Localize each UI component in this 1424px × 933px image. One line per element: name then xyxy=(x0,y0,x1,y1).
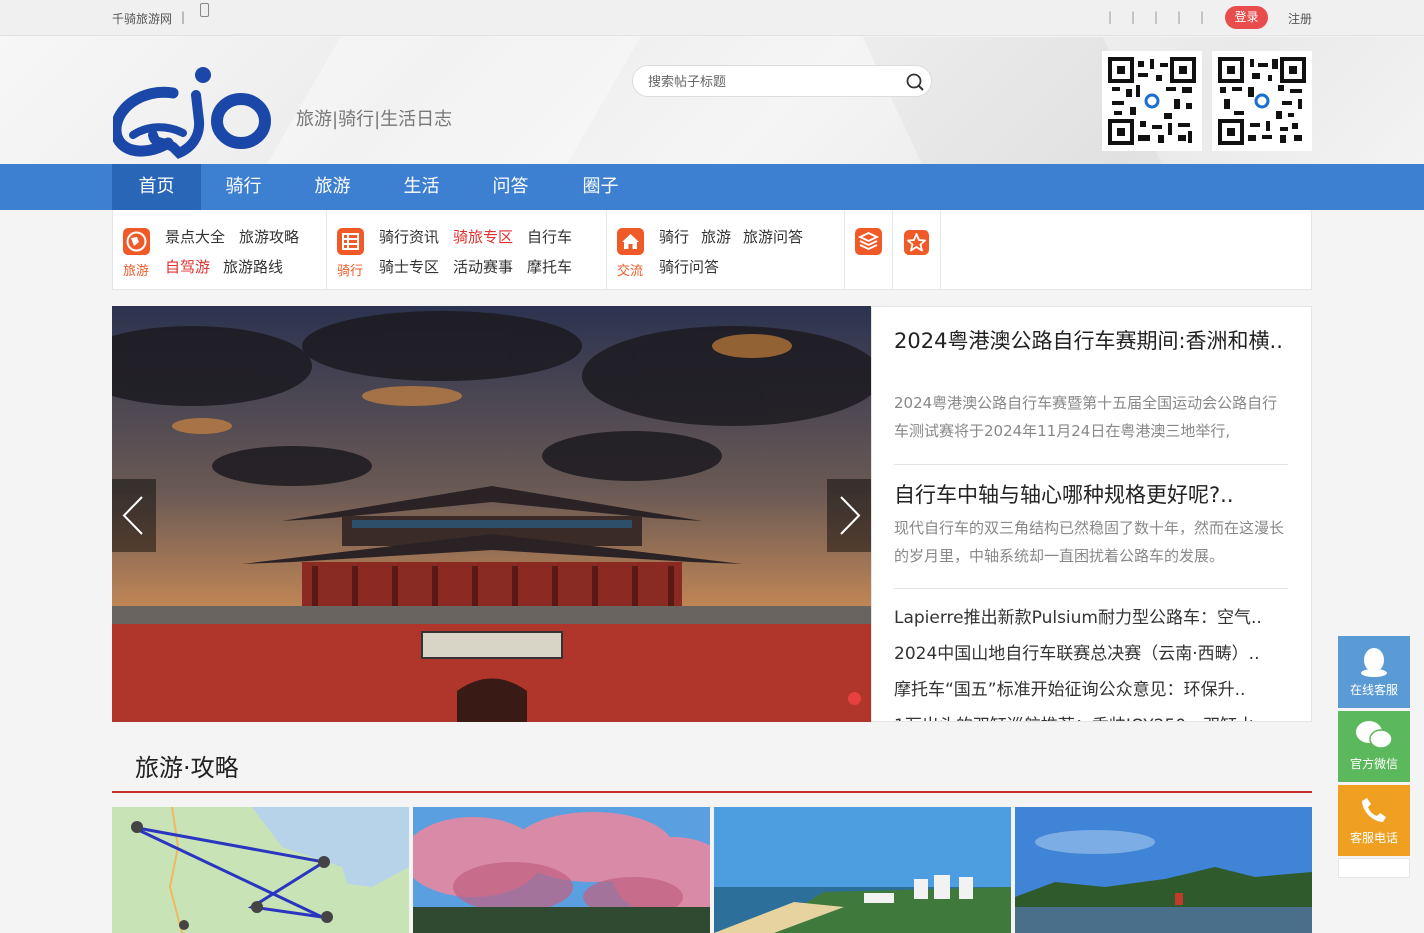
slider-next-button[interactable] xyxy=(827,479,871,552)
sublink-travel-guide[interactable]: 旅游攻略 xyxy=(239,226,299,247)
headline-title[interactable]: 自行车中轴与轴心哪种规格更好呢?.. xyxy=(894,480,1289,510)
main-nav: 首页 骑行 旅游 生活 问答 圈子 xyxy=(0,164,1424,210)
qq-penguin-icon xyxy=(1361,648,1387,677)
sublink-travel-routes[interactable]: 旅游路线 xyxy=(223,256,283,277)
section-divider xyxy=(112,791,1312,793)
sublink-travel-forum[interactable]: 旅游 xyxy=(701,226,731,247)
slider-prev-button[interactable] xyxy=(112,479,156,552)
article-thumbnail-map[interactable] xyxy=(112,807,409,933)
sublink-scenic-spots[interactable]: 景点大全 xyxy=(165,226,225,247)
phone-button[interactable]: 客服电话 xyxy=(1338,785,1410,856)
slide-image-forbidden-city[interactable] xyxy=(112,306,871,722)
section-title[interactable]: 旅游·攻略 xyxy=(135,748,239,783)
sublink-cycling-travel[interactable]: 骑旅专区 xyxy=(453,226,513,247)
divider xyxy=(894,588,1288,589)
wechat-icon xyxy=(1356,721,1393,749)
online-service-button[interactable]: 在线客服 xyxy=(1338,636,1410,708)
mobile-icon[interactable] xyxy=(200,3,209,17)
separator: | xyxy=(1177,10,1182,24)
separator: | xyxy=(1200,10,1205,24)
category-group-travel: 旅游 景点大全 旅游攻略 自驾游 旅游路线 xyxy=(113,210,327,290)
search-input[interactable] xyxy=(648,72,888,92)
nav-item-travel[interactable]: 旅游 xyxy=(288,164,377,210)
chevron-left-icon xyxy=(122,496,143,535)
wechat-label: 官方微信 xyxy=(1349,757,1398,771)
news-list-item[interactable]: 2024中国山地自行车联赛总决赛（云南·西畴）.. xyxy=(894,639,1259,664)
nav-item-qa[interactable]: 问答 xyxy=(466,164,555,210)
separator: | xyxy=(1131,10,1136,24)
qr-code-wechat xyxy=(1212,51,1312,151)
header: 旅游|骑行|生活日志 xyxy=(0,37,1424,164)
news-list-item[interactable]: 摩托车“国五”标准开始征询公众意见：环保升.. xyxy=(894,675,1245,700)
sublink-cycling-forum[interactable]: 骑行 xyxy=(659,226,689,247)
slider-dot-active[interactable] xyxy=(848,692,861,705)
image-slider[interactable] xyxy=(112,306,871,722)
side-widget-footer xyxy=(1338,858,1410,878)
sublink-events[interactable]: 活动赛事 xyxy=(453,256,513,277)
sublink-rider-zone[interactable]: 骑士专区 xyxy=(379,256,439,277)
headline-title[interactable]: 2024粤港澳公路自行车赛期间:香洲和横.. xyxy=(894,326,1289,356)
category-name[interactable]: 骑行 xyxy=(337,260,363,279)
category-bar: 旅游 景点大全 旅游攻略 自驾游 旅游路线 骑行 骑行资讯 骑旅专区 自行车 骑… xyxy=(112,210,1312,290)
qr-code-icon xyxy=(1218,57,1306,145)
nav-item-life[interactable]: 生活 xyxy=(377,164,466,210)
news-panel: 2024粤港澳公路自行车赛期间:香洲和横.. 2024粤港澳公路自行车赛暨第十五… xyxy=(871,306,1312,722)
site-logo[interactable] xyxy=(113,63,273,161)
separator: | xyxy=(181,10,186,24)
sublink-cycling-news[interactable]: 骑行资讯 xyxy=(379,226,439,247)
list-icon[interactable] xyxy=(337,228,364,255)
divider xyxy=(894,464,1288,465)
qr-code-app xyxy=(1102,51,1202,151)
globe-icon[interactable] xyxy=(123,228,150,255)
search-icon[interactable] xyxy=(905,72,925,92)
category-name[interactable]: 旅游 xyxy=(123,260,149,279)
article-thumbnail-blossom[interactable] xyxy=(413,807,710,933)
login-button[interactable]: 登录 xyxy=(1225,6,1268,29)
sublink-travel-qa[interactable]: 旅游问答 xyxy=(743,226,803,247)
top-bar: 千骑旅游网 | | | | | | 登录 注册 xyxy=(0,0,1424,36)
online-service-label: 在线客服 xyxy=(1349,683,1398,697)
site-slogan: 旅游|骑行|生活日志 xyxy=(296,109,453,130)
category-group-layers xyxy=(845,210,893,290)
qr-code-icon xyxy=(1108,57,1196,145)
separator: | xyxy=(1154,10,1159,24)
sublink-bicycle[interactable]: 自行车 xyxy=(527,226,572,247)
separator: | xyxy=(1108,10,1113,24)
article-thumbnail-beach[interactable] xyxy=(714,807,1011,933)
layers-icon[interactable] xyxy=(855,228,882,255)
nav-item-circle[interactable]: 圈子 xyxy=(556,164,645,210)
wechat-button[interactable]: 官方微信 xyxy=(1338,711,1410,782)
site-name-link[interactable]: 千骑旅游网 xyxy=(112,10,172,27)
sublink-cycling-qa[interactable]: 骑行问答 xyxy=(659,256,719,277)
news-list-item[interactable]: Lapierre推出新款Pulsium耐力型公路车：空气.. xyxy=(894,603,1262,628)
search-box xyxy=(632,65,932,97)
chevron-right-icon xyxy=(840,496,861,535)
category-name[interactable]: 交流 xyxy=(617,260,643,279)
phone-label: 客服电话 xyxy=(1349,831,1398,845)
home-icon[interactable] xyxy=(617,228,644,255)
category-group-favorites xyxy=(893,210,941,290)
nav-item-home[interactable]: 首页 xyxy=(112,164,201,210)
headline-summary: 现代自行车的双三角结构已然稳固了数十年，然而在这漫长的岁月里，中轴系统却一直困扰… xyxy=(894,519,1285,565)
article-thumbnail-lake[interactable] xyxy=(1015,807,1312,933)
nav-item-cycling[interactable]: 骑行 xyxy=(199,164,288,210)
star-icon[interactable] xyxy=(904,230,929,255)
news-list-item[interactable]: 1万出头的双缸巡航推荐：香帅JOY250，双缸水.. xyxy=(894,711,1265,721)
sublink-motorcycle[interactable]: 摩托车 xyxy=(527,256,572,277)
category-group-cycling: 骑行 骑行资讯 骑旅专区 自行车 骑士专区 活动赛事 摩托车 xyxy=(327,210,607,290)
phone-icon xyxy=(1362,798,1386,822)
category-group-exchange: 交流 骑行 旅游 旅游问答 骑行问答 xyxy=(607,210,845,290)
sublink-self-drive[interactable]: 自驾游 xyxy=(165,256,210,277)
headline-summary: 2024粤港澳公路自行车赛暨第十五届全国运动会公路自行车测试赛将于2024年11… xyxy=(894,394,1278,440)
register-link[interactable]: 注册 xyxy=(1288,10,1312,27)
